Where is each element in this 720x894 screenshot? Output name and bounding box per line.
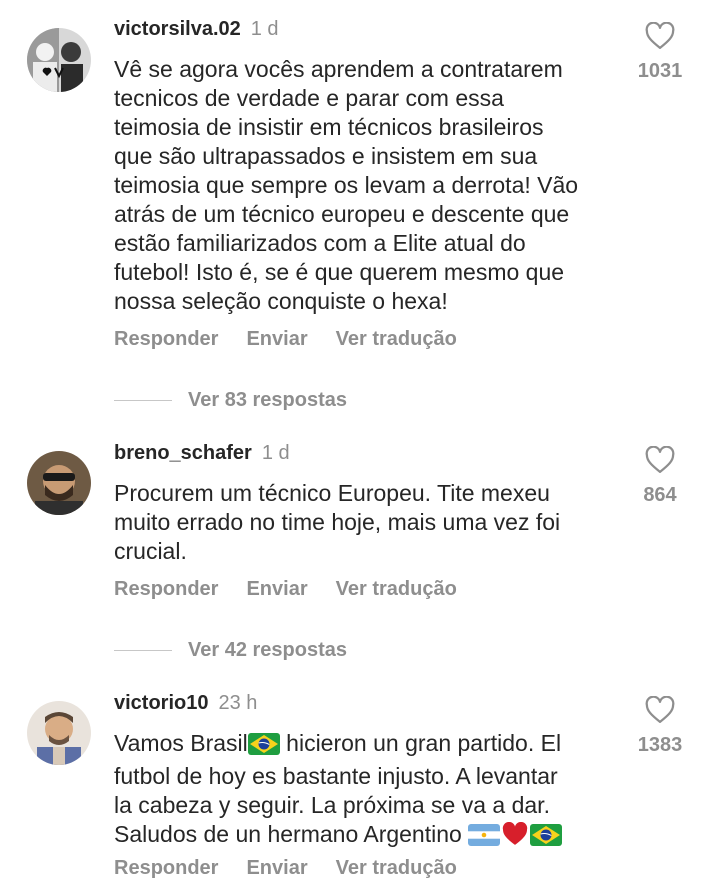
timestamp: 1 d [261,442,290,464]
comment-actions: Responder Enviar Ver tradução [114,578,485,601]
comment-text: Procurem um técnico Europeu. Tite mexeu … [114,480,561,564]
translate-button[interactable]: Ver tradução [336,328,457,350]
like-count: 1383 [637,734,683,756]
send-button[interactable]: Enviar [246,578,307,600]
like-count: 864 [643,484,677,506]
red-heart-icon [500,821,530,853]
send-button[interactable]: Enviar [246,328,307,350]
view-replies-label[interactable]: Ver 83 respostas [188,389,347,411]
username[interactable]: breno_schafer [114,442,252,464]
heart-outline-icon[interactable] [645,446,675,474]
translate-button[interactable]: Ver tradução [336,857,457,879]
view-replies[interactable]: Ver 83 respostas [114,389,347,412]
comment-text: Vê se agora vocês aprendem a contratarem… [114,56,579,314]
avatar[interactable] [27,451,91,515]
username[interactable]: victorio10 [114,692,208,714]
brazil-flag-icon [530,824,563,853]
avatar[interactable] [27,701,91,765]
username[interactable]: victorsilva.02 [114,18,241,40]
replies-divider [114,650,172,652]
view-replies-label[interactable]: Ver 42 respostas [188,639,347,661]
brazil-flag-icon [247,733,280,762]
like-count: 1031 [637,60,683,82]
comment-text-part: Vamos Brasil [114,730,248,756]
heart-outline-icon[interactable] [645,22,675,50]
heart-outline-icon[interactable] [645,696,675,724]
argentina-flag-icon [468,824,501,853]
comment-header: victorio10 23 h [114,692,257,715]
comment-header: victorsilva.02 1 d [114,18,279,41]
replies-divider [114,400,172,402]
like-area: 864 [604,446,716,507]
like-area: 1031 [604,22,716,83]
comment-header: breno_schafer 1 d [114,442,290,465]
reply-button[interactable]: Responder [114,857,218,879]
timestamp: 23 h [218,692,258,714]
view-replies[interactable]: Ver 42 respostas [114,639,347,662]
reply-button[interactable]: Responder [114,578,218,600]
send-button[interactable]: Enviar [246,857,307,879]
translate-button[interactable]: Ver tradução [336,578,457,600]
comment-actions: Responder Enviar Ver tradução [114,328,485,351]
reply-button[interactable]: Responder [114,328,218,350]
comment-actions: Responder Enviar Ver tradução [114,857,485,880]
comment-text: Vamos Brasil hicieron un gran partido. E… [114,729,624,853]
avatar[interactable] [27,28,91,92]
timestamp: 1 d [250,18,279,40]
like-area: 1383 [604,696,716,757]
